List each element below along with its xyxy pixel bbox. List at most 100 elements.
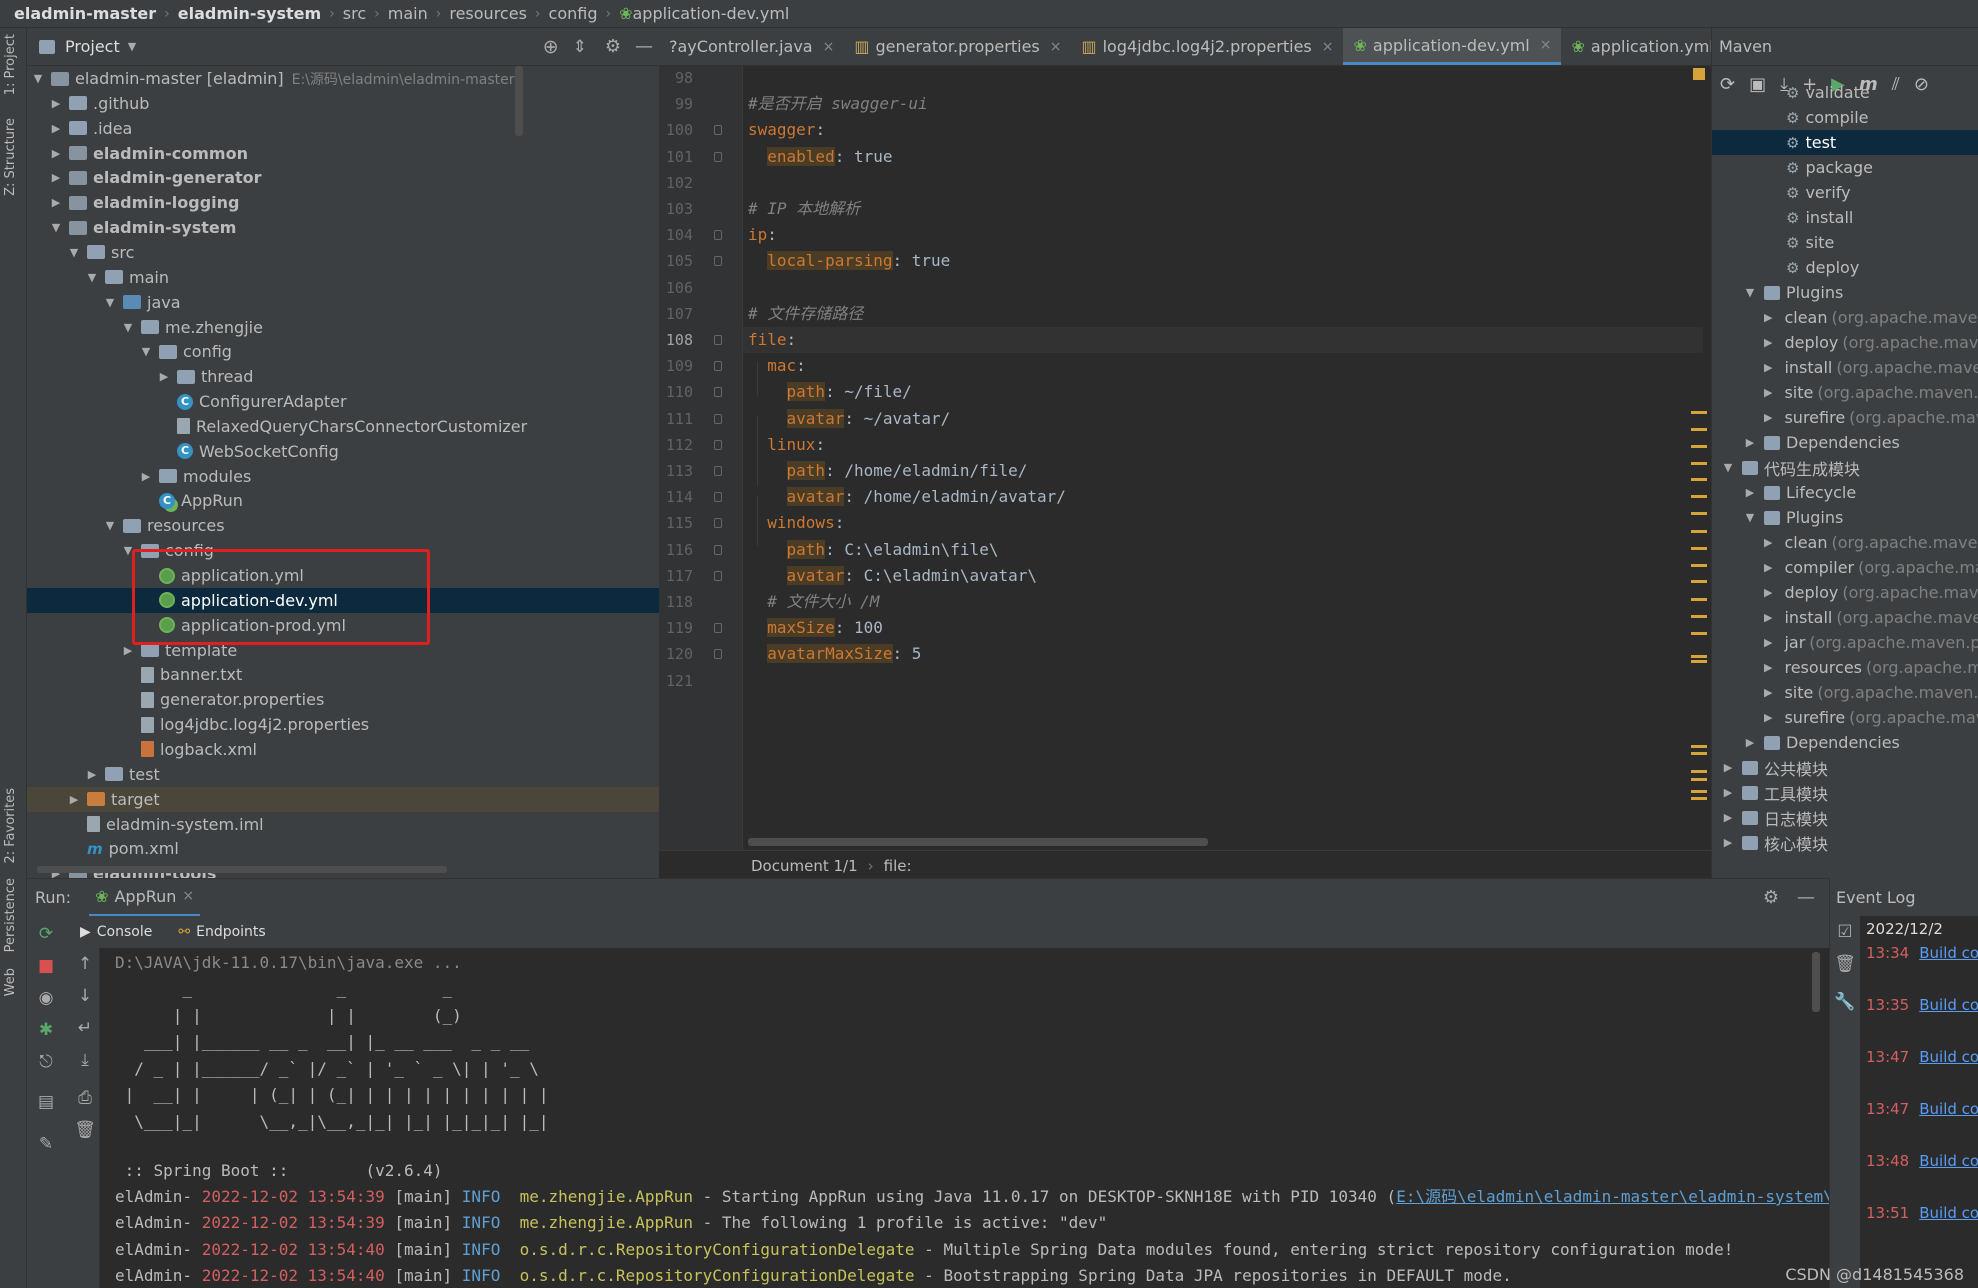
- breadcrumb-item[interactable]: application-dev.yml: [633, 4, 790, 23]
- tree-item[interactable]: ▼ config: [27, 339, 659, 364]
- chevron-right-icon[interactable]: ▶: [1764, 336, 1772, 349]
- fold-marker-icon[interactable]: [714, 439, 722, 450]
- chevron-right-icon[interactable]: ▶: [49, 147, 63, 160]
- tree-item[interactable]: C WebSocketConfig: [27, 439, 659, 464]
- editor-tab[interactable]: ❀application.yml×: [1561, 28, 1711, 65]
- tree-item[interactable]: logback.xml: [27, 737, 659, 762]
- chevron-right-icon[interactable]: ▶: [1720, 786, 1736, 799]
- code-editor[interactable]: #是否开启 swagger-ui swagger: enabled: true # …: [743, 66, 1703, 850]
- fold-marker-icon[interactable]: [714, 230, 722, 241]
- fold-marker-icon[interactable]: [714, 623, 722, 634]
- layout-icon[interactable]: ▤: [31, 1092, 61, 1112]
- maven-tree-item[interactable]: ▼ 代码生成模块: [1712, 455, 1978, 480]
- maven-tree-item[interactable]: ▶ jar(org.apache.maven.plugins): [1712, 630, 1978, 655]
- scroll-to-end-icon[interactable]: ⤓: [70, 1050, 100, 1070]
- tree-item[interactable]: ▼ eladmin-master [eladmin] E:\源码\eladmin\e…: [27, 66, 659, 91]
- tree-item[interactable]: ▼ eladmin-system: [27, 215, 659, 240]
- run-config-tab[interactable]: ❀ AppRun ×: [89, 879, 201, 917]
- breadcrumb-item[interactable]: eladmin-master: [14, 4, 156, 23]
- error-stripe-mark[interactable]: [1691, 752, 1707, 755]
- chevron-right-icon[interactable]: ▶: [121, 644, 135, 657]
- tab-console[interactable]: ▶ Console: [80, 924, 152, 940]
- maven-tree-item[interactable]: ▶ clean(org.apache.maven.plugins): [1712, 305, 1978, 330]
- project-view-selector[interactable]: Project: [65, 37, 120, 56]
- maven-tree-item[interactable]: ▶ surefire(org.apache.maven.plugins): [1712, 705, 1978, 730]
- exit-icon[interactable]: ⎋: [31, 1052, 61, 1072]
- tree-item[interactable]: C AppRun: [27, 488, 659, 513]
- error-stripe-mark[interactable]: [1691, 632, 1707, 635]
- editor-tab[interactable]: ?ayController.java ×: [659, 28, 844, 65]
- tree-item[interactable]: ▶ thread: [27, 364, 659, 389]
- maven-tree-item[interactable]: ▶ surefire(org.apache.maven.plugins): [1712, 405, 1978, 430]
- event-link[interactable]: Build completed: [1919, 1048, 1978, 1066]
- maven-tree-item[interactable]: ▶ 核心模块: [1712, 830, 1978, 855]
- stop-icon[interactable]: ■: [31, 956, 61, 976]
- error-stripe-mark[interactable]: [1691, 445, 1707, 448]
- chevron-right-icon[interactable]: ▶: [67, 793, 81, 806]
- chevron-right-icon[interactable]: ▶: [49, 122, 63, 135]
- error-stripe-mark[interactable]: [1691, 428, 1707, 431]
- chevron-down-icon[interactable]: ▼: [31, 72, 45, 85]
- chevron-down-icon[interactable]: ▼: [1742, 286, 1758, 299]
- gear-icon[interactable]: ⚙: [1763, 887, 1779, 908]
- tab-structure[interactable]: Z: Structure: [3, 118, 18, 196]
- error-stripe-mark[interactable]: [1691, 770, 1707, 773]
- editor-horizontal-scrollbar[interactable]: [748, 838, 1208, 846]
- fold-marker-icon[interactable]: [714, 387, 722, 398]
- maven-tree-item[interactable]: ⚙ test: [1712, 130, 1978, 155]
- maven-tree-item[interactable]: ▶ Dependencies: [1712, 730, 1978, 755]
- maven-tree-item[interactable]: ⚙ deploy: [1712, 255, 1978, 280]
- fold-marker-icon[interactable]: [714, 256, 722, 267]
- trash-icon[interactable]: 🗑: [1830, 954, 1860, 974]
- fold-marker-icon[interactable]: [714, 413, 722, 424]
- tree-item[interactable]: ▼ java: [27, 290, 659, 315]
- trash-icon[interactable]: 🗑: [70, 1120, 100, 1140]
- chevron-right-icon[interactable]: ▶: [85, 768, 99, 781]
- event-link[interactable]: Build completed: [1919, 1204, 1978, 1222]
- tree-item[interactable]: ▼ src: [27, 240, 659, 265]
- chevron-right-icon[interactable]: ▶: [1764, 561, 1772, 574]
- event-link[interactable]: Build completed: [1919, 1100, 1978, 1118]
- tree-item[interactable]: eladmin-system.iml: [27, 812, 659, 837]
- breadcrumb-item[interactable]: main: [388, 4, 428, 23]
- close-icon[interactable]: ×: [1540, 37, 1552, 53]
- pin-icon[interactable]: ✎: [31, 1134, 61, 1154]
- error-stripe-mark[interactable]: [1691, 512, 1707, 515]
- chevron-down-icon[interactable]: ▼: [128, 40, 136, 53]
- maven-tree-item[interactable]: ⚙ compile: [1712, 105, 1978, 130]
- maven-tree-item[interactable]: ▶ Lifecycle: [1712, 480, 1978, 505]
- fold-marker-icon[interactable]: [714, 518, 722, 529]
- tab-persistence[interactable]: Persistence: [3, 878, 18, 952]
- tree-item[interactable]: C ConfigurerAdapter: [27, 389, 659, 414]
- chevron-right-icon[interactable]: ▶: [1764, 361, 1772, 374]
- tab-project[interactable]: 1: Project: [3, 34, 18, 95]
- mark-read-icon[interactable]: ☑: [1830, 922, 1860, 942]
- error-stripe-mark[interactable]: [1691, 790, 1707, 793]
- chevron-down-icon[interactable]: ▼: [103, 519, 117, 532]
- tree-item[interactable]: ▶ target: [27, 786, 659, 812]
- console-output[interactable]: D:\JAVA\jdk-11.0.17\bin\java.exe ... _ _…: [100, 948, 1829, 1288]
- chevron-right-icon[interactable]: ▶: [1764, 611, 1772, 624]
- chevron-right-icon[interactable]: ▶: [1720, 761, 1736, 774]
- maven-tree-item[interactable]: ⚙ site: [1712, 230, 1978, 255]
- chevron-right-icon[interactable]: ▶: [1720, 811, 1736, 824]
- editor-tab[interactable]: ▥ generator.properties ×: [844, 28, 1071, 65]
- editor-tab[interactable]: ❀ application-dev.yml ×: [1343, 28, 1562, 65]
- chevron-down-icon[interactable]: ▼: [139, 345, 153, 358]
- maven-tree-item[interactable]: ▶ 工具模块: [1712, 780, 1978, 805]
- error-stripe-mark[interactable]: [1691, 778, 1707, 781]
- maven-tree-item[interactable]: ▶ 日志模块: [1712, 805, 1978, 830]
- tab-web[interactable]: Web: [3, 968, 18, 996]
- chevron-down-icon[interactable]: ▼: [67, 246, 81, 259]
- error-stripe-mark[interactable]: [1691, 580, 1707, 583]
- error-stripe-mark[interactable]: [1691, 660, 1707, 663]
- tree-item[interactable]: m pom.xml: [27, 836, 659, 861]
- chevron-right-icon[interactable]: ▶: [1764, 586, 1772, 599]
- hide-panel-icon[interactable]: —: [1797, 887, 1815, 908]
- tree-item[interactable]: log4jdbc.log4j2.properties: [27, 712, 659, 737]
- tree-item[interactable]: ▼ main: [27, 265, 659, 290]
- fold-marker-icon[interactable]: [714, 361, 722, 372]
- scroll-up-icon[interactable]: ↑: [70, 954, 100, 974]
- error-stripe-mark[interactable]: [1691, 598, 1707, 601]
- breadcrumb-item[interactable]: eladmin-system: [178, 4, 321, 23]
